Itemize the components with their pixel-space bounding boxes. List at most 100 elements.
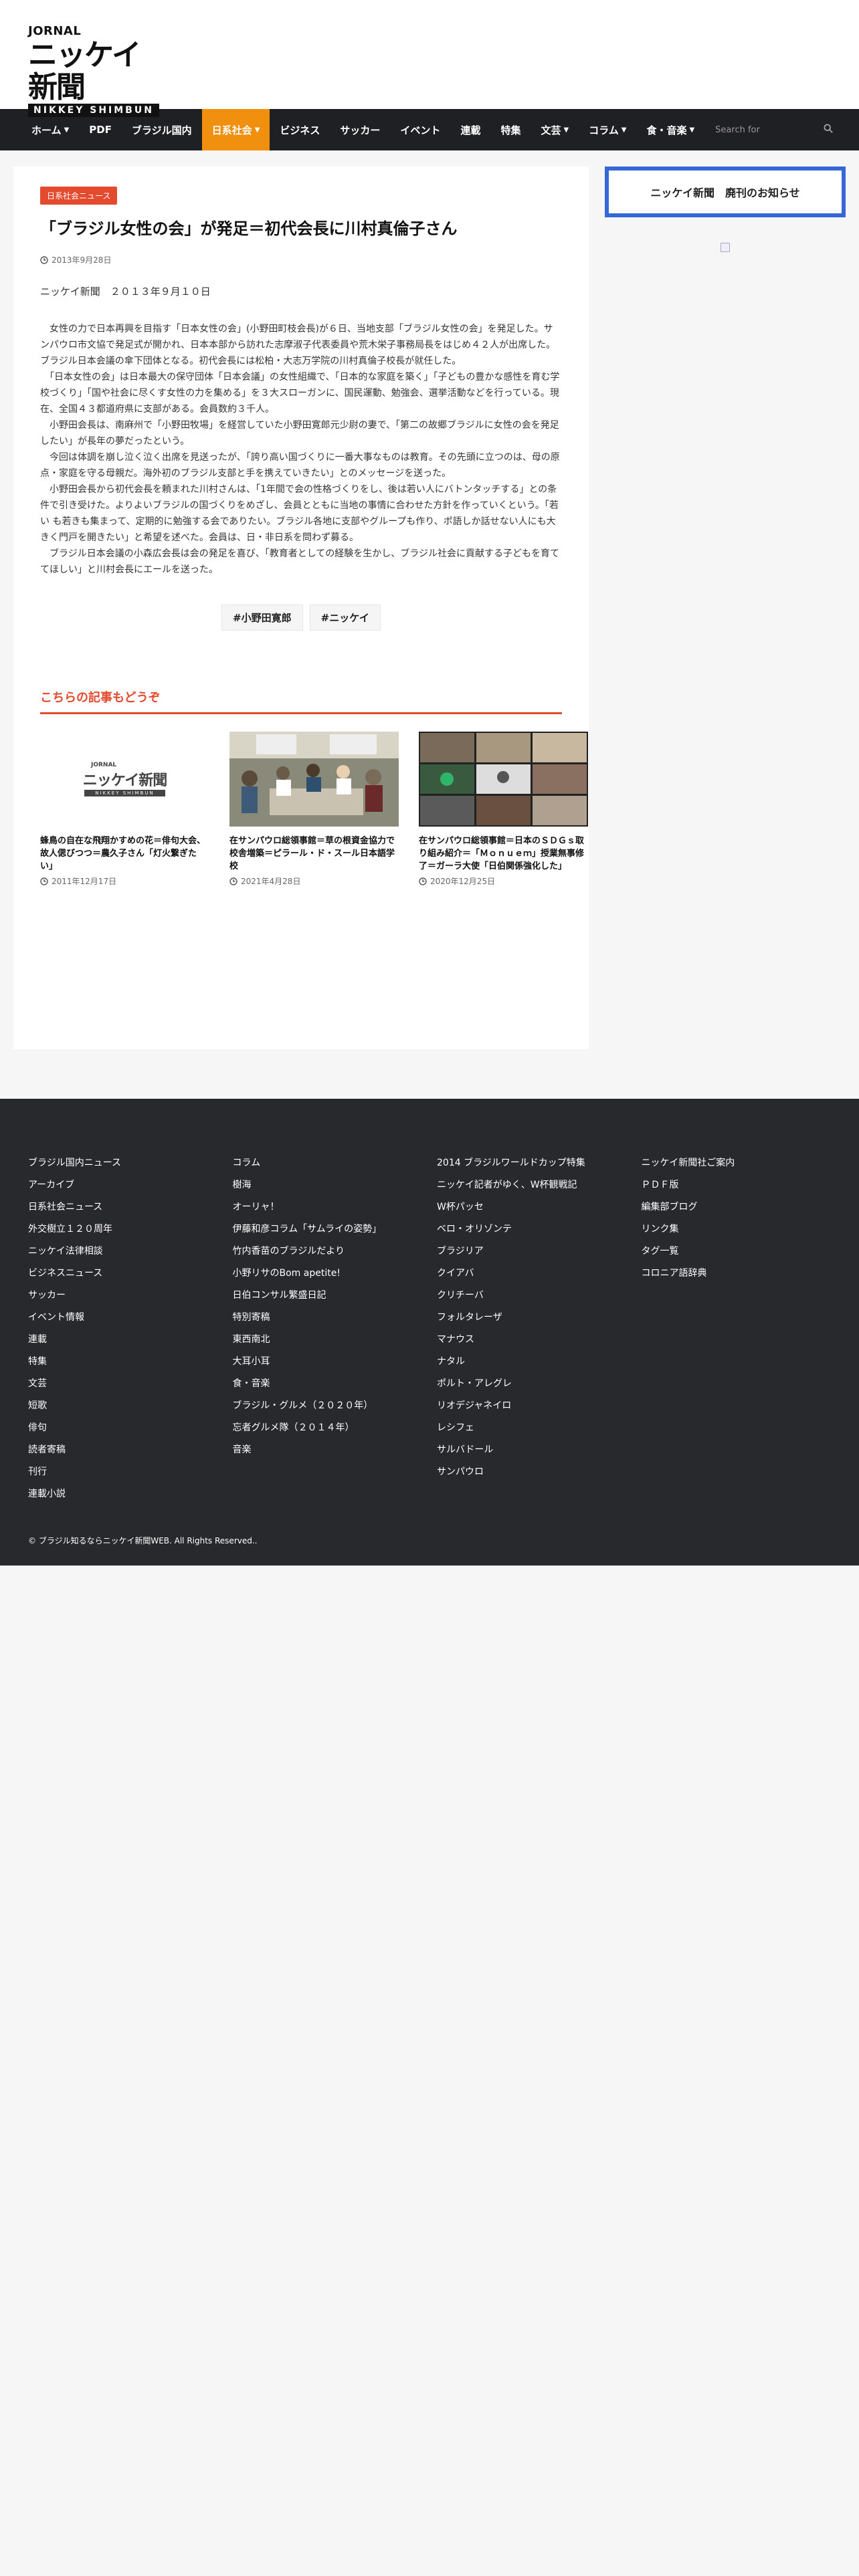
footer-link[interactable]: 日系社会ニュース	[28, 1196, 233, 1218]
nav-item[interactable]: 連載	[450, 109, 490, 150]
category-badge[interactable]: 日系社会ニュース	[40, 187, 118, 205]
footer-link[interactable]: マナウス	[437, 1329, 642, 1351]
related-post[interactable]: 在サンパウロ総領事館＝日本のＳＤＧｓ取り組み紹介＝「Ｍｏｎｕｅｍ」授業無事修了＝…	[419, 732, 588, 887]
footer-link[interactable]: 連載小説	[28, 1483, 233, 1505]
related-thumbnail[interactable]: JORNAL ニッケイ新聞 NIKKEY SHIMBUN	[40, 732, 209, 827]
closure-notice-banner[interactable]: ニッケイ新聞 廃刊のお知らせ	[605, 167, 846, 217]
footer-link[interactable]: レシフェ	[437, 1417, 642, 1439]
footer-link[interactable]: 食・音楽	[233, 1373, 438, 1395]
footer-link[interactable]: アーカイブ	[28, 1174, 233, 1196]
search-input[interactable]	[715, 124, 836, 135]
footer-link[interactable]: 大耳小耳	[233, 1351, 438, 1373]
footer-link[interactable]: 外交樹立１２０周年	[28, 1218, 233, 1241]
footer-link[interactable]: 特別寄稿	[233, 1307, 438, 1329]
footer-link[interactable]: 忘者グルメ隊（２０１４年）	[233, 1417, 438, 1439]
nav-item[interactable]: サッカー	[330, 109, 390, 150]
footer-link[interactable]: 2014 ブラジルワールドカップ特集	[437, 1152, 642, 1174]
nav-item[interactable]: ビジネス	[270, 109, 330, 150]
nav-item[interactable]: 文芸 ▼	[531, 109, 579, 150]
footer-link[interactable]: ニッケイ記者がゆく、W杯観戦記	[437, 1174, 642, 1196]
footer-link[interactable]: クイアバ	[437, 1263, 642, 1285]
footer-link[interactable]: ニッケイ法律相談	[28, 1241, 233, 1263]
footer-link[interactable]: 樹海	[233, 1174, 438, 1196]
related-post-date: 2011年12月17日	[52, 877, 117, 886]
footer-link[interactable]: 特集	[28, 1351, 233, 1373]
nav-item[interactable]: 食・音楽 ▼	[636, 109, 704, 150]
footer-link[interactable]: ＰＤＦ版	[642, 1174, 846, 1196]
video-call-grid	[419, 732, 588, 827]
meeting-photo	[229, 732, 399, 827]
footer-link[interactable]: 小野リサのBom apetite!	[233, 1263, 438, 1285]
tag-link[interactable]: #ニッケイ	[309, 605, 381, 631]
footer-link[interactable]: W杯パッセ	[437, 1196, 642, 1218]
related-post-title[interactable]: 蜂鳥の自在な飛翔かすめの花＝俳句大会、故人偲びつつ＝農久子さん「灯火繋ぎたい」	[40, 835, 209, 873]
footer-link[interactable]: ブラジリア	[437, 1241, 642, 1263]
footer-link[interactable]: イベント情報	[28, 1307, 233, 1329]
nav-item[interactable]: PDF	[79, 109, 122, 150]
footer-link[interactable]: 短歌	[28, 1395, 233, 1417]
footer-link[interactable]: 東西南北	[233, 1329, 438, 1351]
footer-link[interactable]: クリチーバ	[437, 1285, 642, 1307]
footer-link[interactable]: 音楽	[233, 1439, 438, 1461]
footer-link[interactable]: ベロ・オリゾンテ	[437, 1218, 642, 1241]
related-post-date: 2020年12月25日	[430, 877, 496, 886]
footer-link[interactable]: リンク集	[642, 1218, 846, 1241]
body-paragraph: 今回は体調を崩し泣く泣く出席を見送ったが、「誇り高い国づくりに一番大事なものは教…	[40, 452, 560, 479]
footer-link[interactable]: サンパウロ	[437, 1461, 642, 1483]
logo-main: ニッケイ新聞	[82, 772, 168, 789]
footer-link[interactable]: サッカー	[28, 1285, 233, 1307]
footer-link[interactable]: 刊行	[28, 1461, 233, 1483]
nav-item[interactable]: 日系社会 ▼	[201, 109, 270, 150]
footer-link[interactable]: 文芸	[28, 1373, 233, 1395]
footer-link[interactable]: 伊藤和彦コラム「サムライの姿勢」	[233, 1218, 438, 1241]
related-thumbnail[interactable]	[419, 732, 588, 827]
related-post[interactable]: 在サンパウロ総領事館＝草の根資金協力で校舎増築＝ピラール・ド・スール日本語学校 2…	[229, 732, 399, 887]
footer-link[interactable]: タグ一覧	[642, 1241, 846, 1263]
footer-link[interactable]: ビジネスニュース	[28, 1263, 233, 1285]
footer-link[interactable]: フォルタレーザ	[437, 1307, 642, 1329]
footer-link[interactable]: コロニア語辞典	[642, 1263, 846, 1285]
footer-link[interactable]: ブラジル国内ニュース	[28, 1152, 233, 1174]
related-heading: こちらの記事もどうぞ	[40, 688, 562, 714]
main-nav: ホーム ▼ PDF ブラジル国内 日系社会 ▼ ビジネス サッカー イベント 連載 特集 文芸 ▼ コラム…	[0, 109, 859, 150]
footer-link[interactable]: ナタル	[437, 1351, 642, 1373]
footer-link[interactable]: ポルト・アレグレ	[437, 1373, 642, 1395]
sidebar: ニッケイ新聞 廃刊のお知らせ	[605, 167, 846, 1049]
footer-link[interactable]: ニッケイ新聞社ご案内	[642, 1152, 846, 1174]
footer-link[interactable]: 編集部ブログ	[642, 1196, 846, 1218]
footer-link[interactable]: 連載	[28, 1329, 233, 1351]
related-post-meta: 2020年12月25日	[419, 875, 588, 887]
related-thumbnail[interactable]	[229, 732, 399, 827]
nav-item[interactable]: ブラジル国内	[122, 109, 202, 150]
site-header: JORNAL ニッケイ新聞 NIKKEY SHIMBUN	[0, 0, 859, 117]
footer-link[interactable]: リオデジャネイロ	[437, 1395, 642, 1417]
nav-item-label: コラム	[589, 124, 619, 136]
related-post-title[interactable]: 在サンパウロ総領事館＝日本のＳＤＧｓ取り組み紹介＝「Ｍｏｎｕｅｍ」授業無事修了＝…	[419, 835, 588, 873]
footer-link[interactable]: コラム	[233, 1152, 438, 1174]
nav-item[interactable]: イベント	[390, 109, 450, 150]
broken-image-icon	[721, 243, 730, 252]
footer-link[interactable]: オーリャ！	[233, 1196, 438, 1218]
tag-link[interactable]: #小野田寛郎	[221, 605, 303, 631]
footer-link[interactable]: 読者寄稿	[28, 1439, 233, 1461]
footer-link[interactable]: 日伯コンサル繁盛日記	[233, 1285, 438, 1307]
footer-link[interactable]: 竹内香苗のブラジルだより	[233, 1241, 438, 1263]
nav-item[interactable]: コラム ▼	[579, 109, 636, 150]
footer-link[interactable]: 俳句	[28, 1417, 233, 1439]
post-date: 2013年9月28日	[52, 255, 112, 265]
related-post-title[interactable]: 在サンパウロ総領事館＝草の根資金協力で校舎増築＝ピラール・ド・スール日本語学校	[229, 835, 399, 873]
site-logo[interactable]: JORNAL ニッケイ新聞 NIKKEY SHIMBUN	[28, 24, 159, 117]
footer-link[interactable]: ブラジル・グルメ（２０２０年）	[233, 1395, 438, 1417]
footer-link[interactable]: サルバドール	[437, 1439, 642, 1461]
search-icon[interactable]	[824, 124, 833, 133]
body-paragraph: ブラジル日本会議の小森広会長は会の発足を喜び、「教育者としての経験を生かし、ブラ…	[40, 548, 560, 575]
clock-icon	[40, 877, 48, 885]
logo-main: ニッケイ新聞	[28, 38, 141, 104]
nav-item[interactable]: 特集	[490, 109, 531, 150]
related-post[interactable]: JORNAL ニッケイ新聞 NIKKEY SHIMBUN 蜂鳥の自在な飛翔かすめの花＝…	[40, 732, 209, 887]
logo-sub: NIKKEY SHIMBUN	[84, 790, 165, 796]
article-content: 日系社会ニュース 「ブラジル女性の会」が発足＝初代会長に川村真倫子さん 2013…	[13, 167, 589, 1049]
nav-item[interactable]: ホーム ▼	[21, 109, 79, 150]
nav-list: ホーム ▼ PDF ブラジル国内 日系社会 ▼ ビジネス サッカー イベント 連載 特集 文芸 ▼ コラム…	[21, 109, 704, 150]
post-body: 女性の力で日本再興を目指す「日本女性の会」(小野田町枝会長)が６日、当地支部「ブ…	[40, 321, 562, 578]
